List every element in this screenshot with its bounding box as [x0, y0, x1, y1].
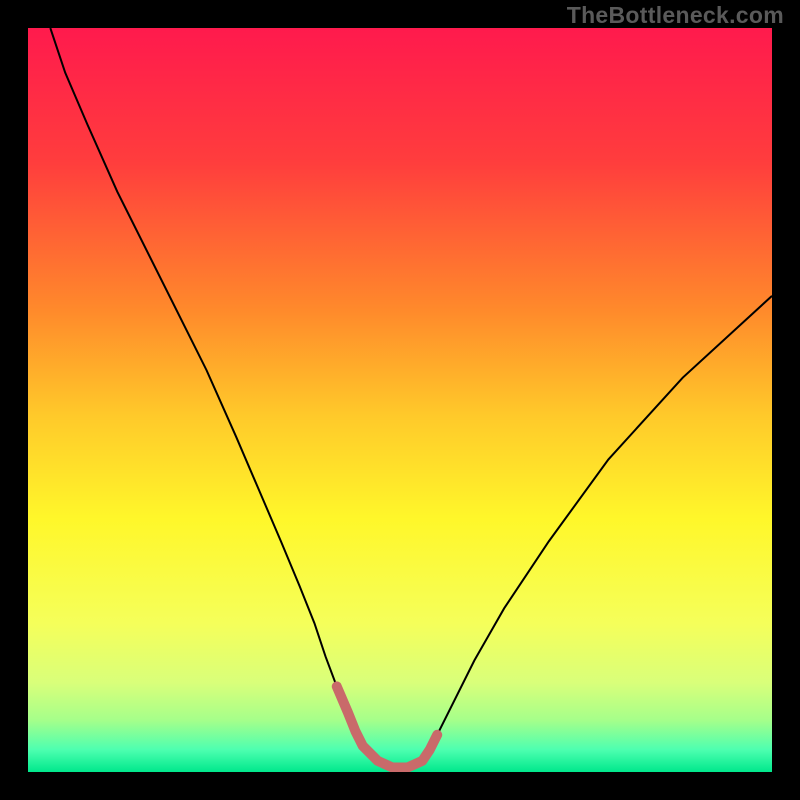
chart-background [28, 28, 772, 772]
chart-frame: TheBottleneck.com [0, 0, 800, 800]
chart-svg [28, 28, 772, 772]
watermark-text: TheBottleneck.com [567, 2, 784, 29]
chart-plot-area [28, 28, 772, 772]
